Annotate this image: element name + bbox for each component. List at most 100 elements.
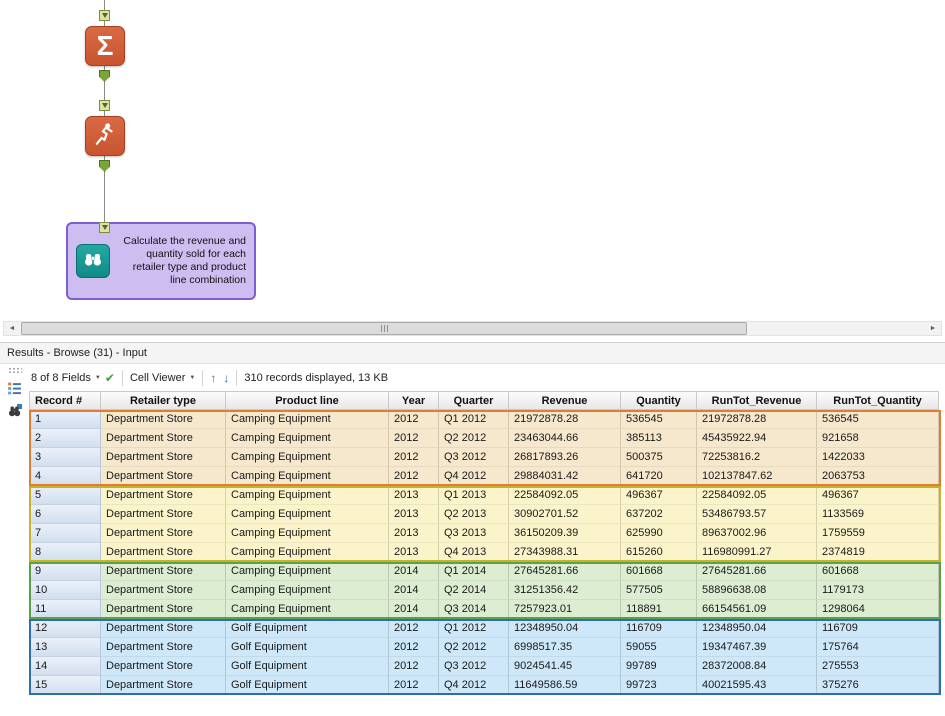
- data-cell: 1422033: [817, 448, 939, 467]
- input-anchor-icon[interactable]: [99, 100, 110, 111]
- cell-viewer-dropdown[interactable]: Cell Viewer ▼: [130, 372, 195, 384]
- record-number-cell: 11: [29, 600, 101, 619]
- data-cell: 637202: [621, 505, 697, 524]
- data-cell: 116709: [621, 619, 697, 638]
- data-cell: Department Store: [101, 581, 226, 600]
- record-number-cell: 3: [29, 448, 101, 467]
- results-data-grid: Record # Retailer type Product line Year Qua…: [29, 391, 941, 695]
- data-cell: 2012: [389, 448, 439, 467]
- data-cell: 9024541.45: [509, 657, 621, 676]
- data-cell: 921658: [817, 429, 939, 448]
- data-cell: 45435922.94: [697, 429, 817, 448]
- scroll-up-button[interactable]: ↑: [210, 371, 216, 385]
- table-row[interactable]: 11 Department Store Camping Equipment 2014 Q…: [29, 600, 941, 619]
- data-cell: 21972878.28: [697, 410, 817, 429]
- data-cell: 53486793.57: [697, 505, 817, 524]
- column-header-retailer-type[interactable]: Retailer type: [101, 391, 226, 410]
- data-cell: 27343988.31: [509, 543, 621, 562]
- horizontal-scrollbar[interactable]: ◄ ►: [3, 321, 942, 336]
- data-cell: Department Store: [101, 657, 226, 676]
- data-cell: Golf Equipment: [226, 638, 389, 657]
- browse-table-icon[interactable]: [6, 402, 24, 420]
- summarize-tool[interactable]: Σ: [85, 26, 125, 66]
- data-cell: Department Store: [101, 638, 226, 657]
- data-cell: 99789: [621, 657, 697, 676]
- scroll-right-icon[interactable]: ►: [925, 322, 941, 335]
- tool-annotation-text: Calculate the revenue and quantity sold …: [123, 235, 246, 286]
- data-cell: 31251356.42: [509, 581, 621, 600]
- data-cell: 89637002.96: [697, 524, 817, 543]
- row-group-camping-2014: 9 Department Store Camping Equipment 2014 Q1…: [29, 562, 941, 619]
- record-number-cell: 15: [29, 676, 101, 695]
- column-header-year[interactable]: Year: [389, 391, 439, 410]
- data-cell: Q1 2014: [439, 562, 509, 581]
- drag-handle-icon[interactable]: [7, 367, 22, 374]
- table-row[interactable]: 7 Department Store Camping Equipment 2013 Q3…: [29, 524, 941, 543]
- fields-list-icon[interactable]: [6, 379, 24, 397]
- output-anchor-icon[interactable]: [99, 160, 110, 172]
- record-number-cell: 7: [29, 524, 101, 543]
- data-cell: 58896638.08: [697, 581, 817, 600]
- column-header-quarter[interactable]: Quarter: [439, 391, 509, 410]
- input-anchor-icon[interactable]: [99, 222, 110, 233]
- column-header-product-line[interactable]: Product line: [226, 391, 389, 410]
- scrollbar-thumb[interactable]: [21, 322, 747, 335]
- data-cell: 28372008.84: [697, 657, 817, 676]
- table-row[interactable]: 15 Department Store Golf Equipment 2012 Q4 2…: [29, 676, 941, 695]
- table-row[interactable]: 4 Department Store Camping Equipment 2012 Q4…: [29, 467, 941, 486]
- data-cell: Q3 2012: [439, 657, 509, 676]
- data-cell: Q1 2012: [439, 410, 509, 429]
- table-row[interactable]: 5 Department Store Camping Equipment 2013 Q1…: [29, 486, 941, 505]
- data-cell: 1759559: [817, 524, 939, 543]
- table-header-row: Record # Retailer type Product line Year Qua…: [29, 391, 941, 410]
- data-cell: 2374819: [817, 543, 939, 562]
- data-cell: 36150209.39: [509, 524, 621, 543]
- table-row[interactable]: 6 Department Store Camping Equipment 2013 Q2…: [29, 505, 941, 524]
- data-cell: 7257923.01: [509, 600, 621, 619]
- thumb-grip-icon: [386, 325, 388, 332]
- running-total-tool[interactable]: [85, 116, 125, 156]
- data-cell: Department Store: [101, 600, 226, 619]
- data-cell: 641720: [621, 467, 697, 486]
- row-group-camping-2012: 1 Department Store Camping Equipment 2012 Q1…: [29, 410, 941, 486]
- data-cell: 2014: [389, 600, 439, 619]
- data-cell: Q4 2012: [439, 467, 509, 486]
- results-toolbar: 8 of 8 Fields ▼ ✔ Cell Viewer ▼ ↑ ↓ 310 …: [29, 364, 945, 391]
- apply-check-icon[interactable]: ✔: [105, 371, 115, 385]
- data-cell: 577505: [621, 581, 697, 600]
- record-number-cell: 14: [29, 657, 101, 676]
- data-cell: 27645281.66: [509, 562, 621, 581]
- toolbar-separator: [236, 369, 238, 386]
- data-cell: Q2 2012: [439, 429, 509, 448]
- table-row[interactable]: 14 Department Store Golf Equipment 2012 Q3 2…: [29, 657, 941, 676]
- fields-dropdown[interactable]: 8 of 8 Fields ▼ ✔: [31, 371, 115, 385]
- column-header-runtot-revenue[interactable]: RunTot_Revenue: [697, 391, 817, 410]
- browse-tool-annotation-box[interactable]: Calculate the revenue and quantity sold …: [66, 222, 256, 300]
- data-cell: Department Store: [101, 448, 226, 467]
- data-cell: 2012: [389, 410, 439, 429]
- scroll-down-button[interactable]: ↓: [223, 371, 229, 385]
- table-row[interactable]: 1 Department Store Camping Equipment 2012 Q1…: [29, 410, 941, 429]
- data-cell: 66154561.09: [697, 600, 817, 619]
- browse-tool[interactable]: [76, 244, 110, 278]
- data-cell: Golf Equipment: [226, 676, 389, 695]
- data-cell: Camping Equipment: [226, 467, 389, 486]
- table-row[interactable]: 9 Department Store Camping Equipment 2014 Q1…: [29, 562, 941, 581]
- column-header-record[interactable]: Record #: [29, 391, 101, 410]
- table-row[interactable]: 13 Department Store Golf Equipment 2012 Q2 2…: [29, 638, 941, 657]
- output-anchor-icon[interactable]: [99, 70, 110, 82]
- table-row[interactable]: 2 Department Store Camping Equipment 2012 Q2…: [29, 429, 941, 448]
- column-header-runtot-quantity[interactable]: RunTot_Quantity: [817, 391, 939, 410]
- column-header-quantity[interactable]: Quantity: [621, 391, 697, 410]
- table-row[interactable]: 3 Department Store Camping Equipment 2012 Q3…: [29, 448, 941, 467]
- column-header-revenue[interactable]: Revenue: [509, 391, 621, 410]
- data-cell: Department Store: [101, 676, 226, 695]
- scroll-left-icon[interactable]: ◄: [4, 322, 20, 335]
- table-row[interactable]: 10 Department Store Camping Equipment 2014 Q…: [29, 581, 941, 600]
- record-number-cell: 8: [29, 543, 101, 562]
- data-cell: Q2 2012: [439, 638, 509, 657]
- data-cell: 99723: [621, 676, 697, 695]
- table-row[interactable]: 8 Department Store Camping Equipment 2013 Q4…: [29, 543, 941, 562]
- input-anchor-icon[interactable]: [99, 10, 110, 21]
- table-row[interactable]: 12 Department Store Golf Equipment 2012 Q1 2…: [29, 619, 941, 638]
